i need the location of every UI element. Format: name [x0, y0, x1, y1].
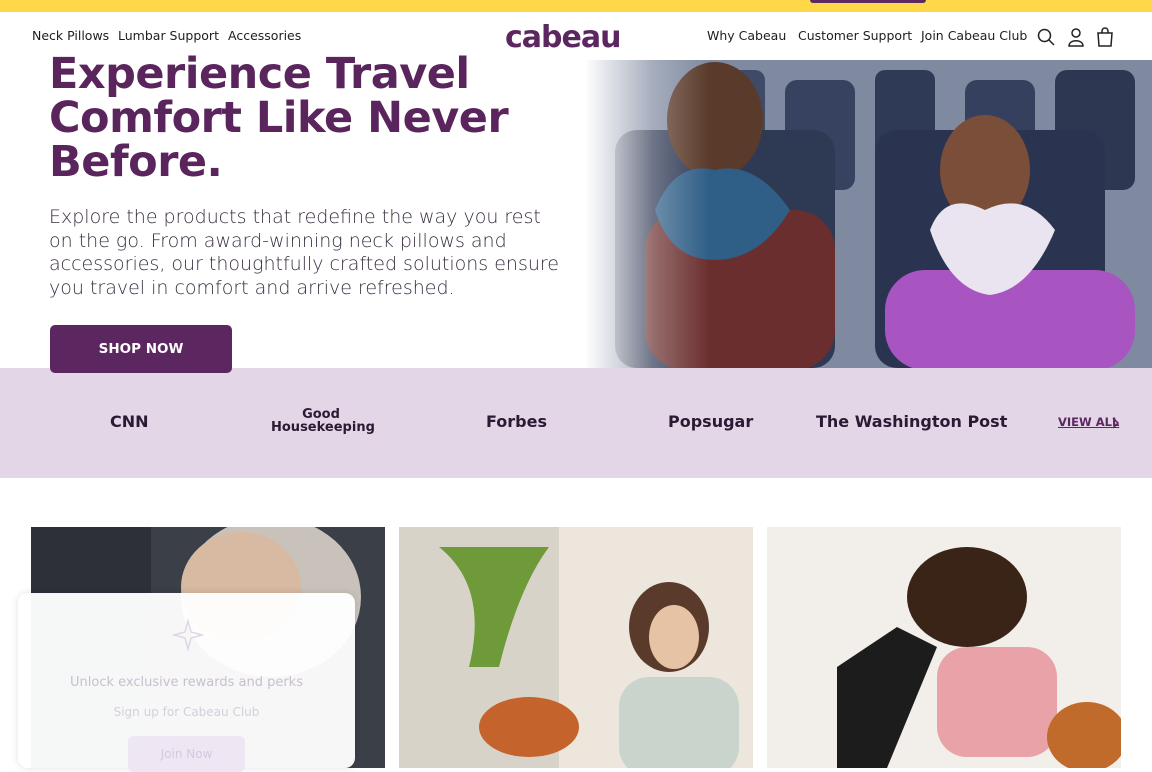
hero-photo-airplane	[585, 60, 1152, 368]
hero-title: Experience Travel Comfort Like Never Bef…	[49, 49, 509, 187]
account-icon[interactable]	[1066, 27, 1086, 47]
card-image-woman-lounging	[399, 527, 753, 768]
popup-subtext: Sign up for Cabeau Club	[113, 705, 260, 719]
card-image-woman-stretching	[767, 527, 1121, 768]
cart-icon[interactable]	[1095, 27, 1115, 47]
shop-now-button[interactable]: SHOP NOW	[50, 325, 232, 373]
nav-lumbar-support[interactable]: Lumbar Support	[118, 28, 219, 43]
nav-neck-pillows[interactable]: Neck Pillows	[32, 28, 109, 43]
hero-description: Explore the products that redefine the w…	[49, 206, 559, 299]
promo-button[interactable]	[810, 0, 926, 3]
press-logo-good-housekeeping: Good Housekeeping	[271, 407, 375, 435]
cabeau-logo[interactable]: cabeau	[505, 20, 621, 55]
nav-accessories[interactable]: Accessories	[228, 28, 301, 43]
nav-customer-support[interactable]: Customer Support	[798, 28, 912, 43]
press-logo-cnn: CNN	[110, 412, 149, 431]
hero-section: Experience Travel Comfort Like Never Bef…	[0, 52, 1152, 373]
press-band: CNN Good Housekeeping Forbes Popsugar Th…	[0, 368, 1152, 478]
search-icon[interactable]	[1036, 27, 1056, 47]
club-signup-popup: Unlock exclusive rewards and perks Sign …	[18, 593, 355, 772]
press-logo-popsugar: Popsugar	[668, 412, 754, 431]
popup-headline: Unlock exclusive rewards and perks	[70, 675, 303, 690]
product-card-3[interactable]	[767, 527, 1121, 768]
press-logo-forbes: Forbes	[486, 412, 547, 431]
press-logo-washington-post: The Washington Post	[816, 412, 1008, 431]
nav-join-cabeau-club[interactable]: Join Cabeau Club	[921, 28, 1027, 43]
popup-join-button[interactable]: Join Now	[128, 736, 245, 772]
promo-bar	[0, 0, 1152, 12]
chevron-right-icon[interactable]	[1110, 417, 1120, 429]
product-card-2[interactable]	[399, 527, 753, 768]
hero-illustration	[585, 60, 1152, 368]
sparkle-icon	[172, 619, 204, 651]
nav-why-cabeau[interactable]: Why Cabeau	[707, 28, 786, 43]
